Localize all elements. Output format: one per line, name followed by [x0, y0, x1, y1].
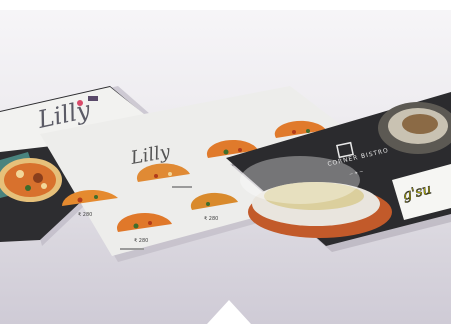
- bottom-caret: [207, 300, 251, 324]
- menu-right: CORNER BISTRO ─ ✦ ─ g'su: [226, 92, 451, 252]
- photo-scene: Lilly Lilly ₹ 280 ₹ 280 ₹ 280 CORNER BIS…: [0, 0, 451, 324]
